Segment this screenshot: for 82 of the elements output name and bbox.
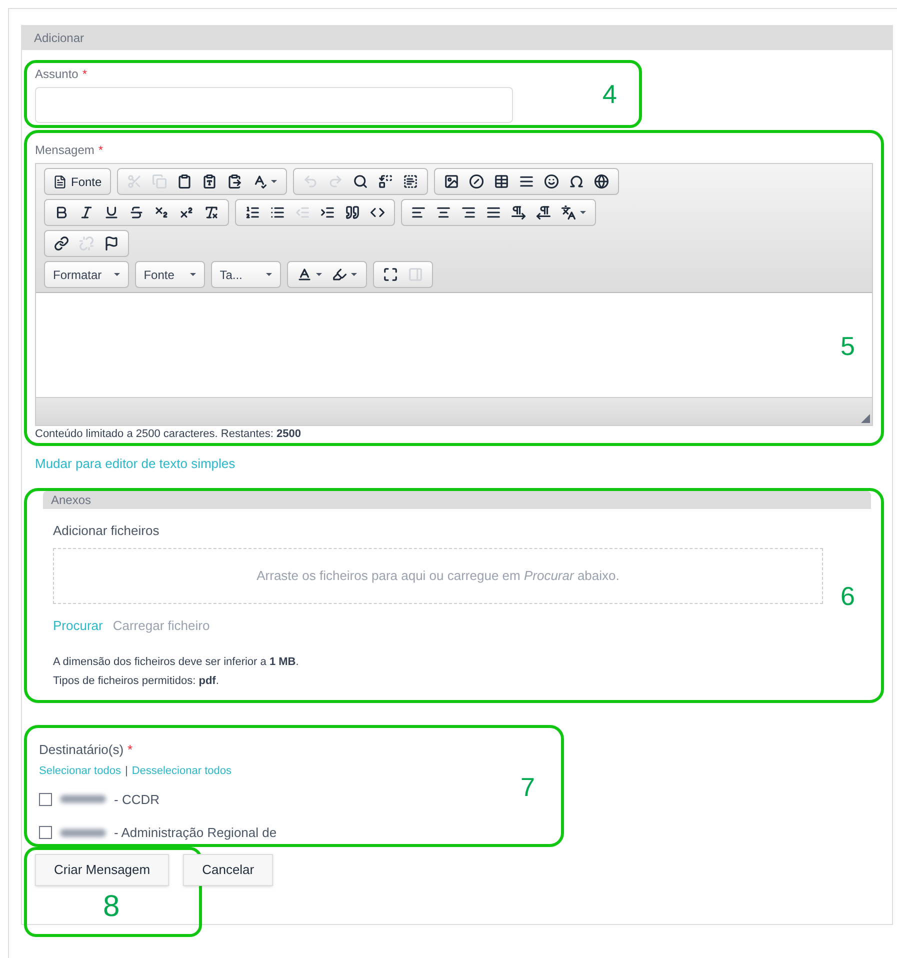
select-all-icon [402,174,418,189]
cut-icon [126,174,142,189]
caret-icon [580,211,586,214]
bold-icon [54,205,69,220]
field-label: Destinatário(s) * [39,740,134,759]
background-color-icon [332,267,347,282]
table-icon [494,174,509,189]
required-mark: * [98,143,104,157]
bullet-list-icon [270,205,285,220]
align-right-icon [461,205,476,220]
language-icon [561,205,576,220]
search-icon [352,174,368,189]
link-icon [54,236,69,251]
file-rule-text: A dimensão dos ficheiros deve ser inferior a 1 MB. [53,654,300,670]
italic-icon [79,205,94,220]
link-separator: | [124,764,128,779]
annotation-number: 7 [520,774,535,800]
annotation-number: 6 [840,582,855,608]
dropdown-combo[interactable]: Formatar [44,261,129,288]
omega-icon [568,174,584,189]
indent-icon [320,205,335,220]
paste-text-icon [202,174,217,189]
ltr-icon [511,205,526,220]
required-mark: * [82,67,88,81]
image-icon [444,174,459,189]
smiley-icon [544,174,559,189]
redaction-blur [60,795,106,804]
caret-icon [350,273,357,276]
form-button[interactable]: Criar Mensagem [35,854,170,886]
dropdown-combo[interactable]: Fonte [134,261,205,288]
replace-icon [378,174,393,189]
file-rule-text: Tipos de ficheiros permitidos: pdf. [53,674,220,689]
annotation-number: 8 [103,892,120,922]
checkbox[interactable] [39,826,52,840]
required-mark: * [128,742,133,756]
outdent-icon [295,205,310,220]
dropdown-combo[interactable]: Ta... [210,261,281,288]
numbered-list-icon [245,205,260,220]
annotation-number: 4 [602,81,617,107]
subscript-icon [154,205,169,220]
globe-icon [594,174,609,189]
strikethrough-icon [129,205,144,220]
caret-icon [114,273,120,276]
align-left-icon [411,205,426,220]
show-blocks-icon [408,267,423,282]
align-center-icon [436,205,451,220]
flag-icon [104,236,119,251]
horizontal-lines-icon [518,174,534,189]
undo-icon [302,174,318,189]
recipient-label: - Administração Regional de [114,824,277,842]
justify-icon [486,205,501,220]
source-button[interactable]: Fonte [49,172,106,190]
caret-icon [316,273,322,276]
character-counter: Conteúdo limitado a 2500 caracteres. Restantes: 2500 [35,428,302,441]
paste-icon [176,174,192,189]
form-button[interactable]: Cancelar [183,854,274,886]
superscript-icon [179,205,194,220]
subject-field[interactable] [35,87,513,123]
caret-icon [190,273,196,276]
field-label: Assunto * [35,66,88,83]
copy-icon [152,174,167,189]
recipient-label: - CCDR [114,790,160,808]
redo-icon [328,174,343,189]
caret-icon [266,273,272,276]
unlink-icon [79,236,94,251]
rtl-icon [536,205,551,220]
redaction-blur [60,828,106,837]
annotation-number: 5 [840,333,855,359]
source-icon [53,174,67,188]
remove-format-icon [204,205,219,220]
caret-icon [270,180,277,183]
attachments-label: Adicionar ficheiros [53,522,160,540]
panel-header: Adicionar [22,26,892,50]
maximize-icon [382,267,398,282]
text-color-icon [296,267,312,282]
quote-icon [345,205,360,220]
paste-word-icon [226,174,242,189]
underline-icon [104,205,119,220]
attachments-header: Anexos [43,490,871,508]
field-label: Mensagem * [35,142,104,159]
resize-handle-icon[interactable] [861,414,870,423]
checkbox[interactable] [39,792,52,806]
